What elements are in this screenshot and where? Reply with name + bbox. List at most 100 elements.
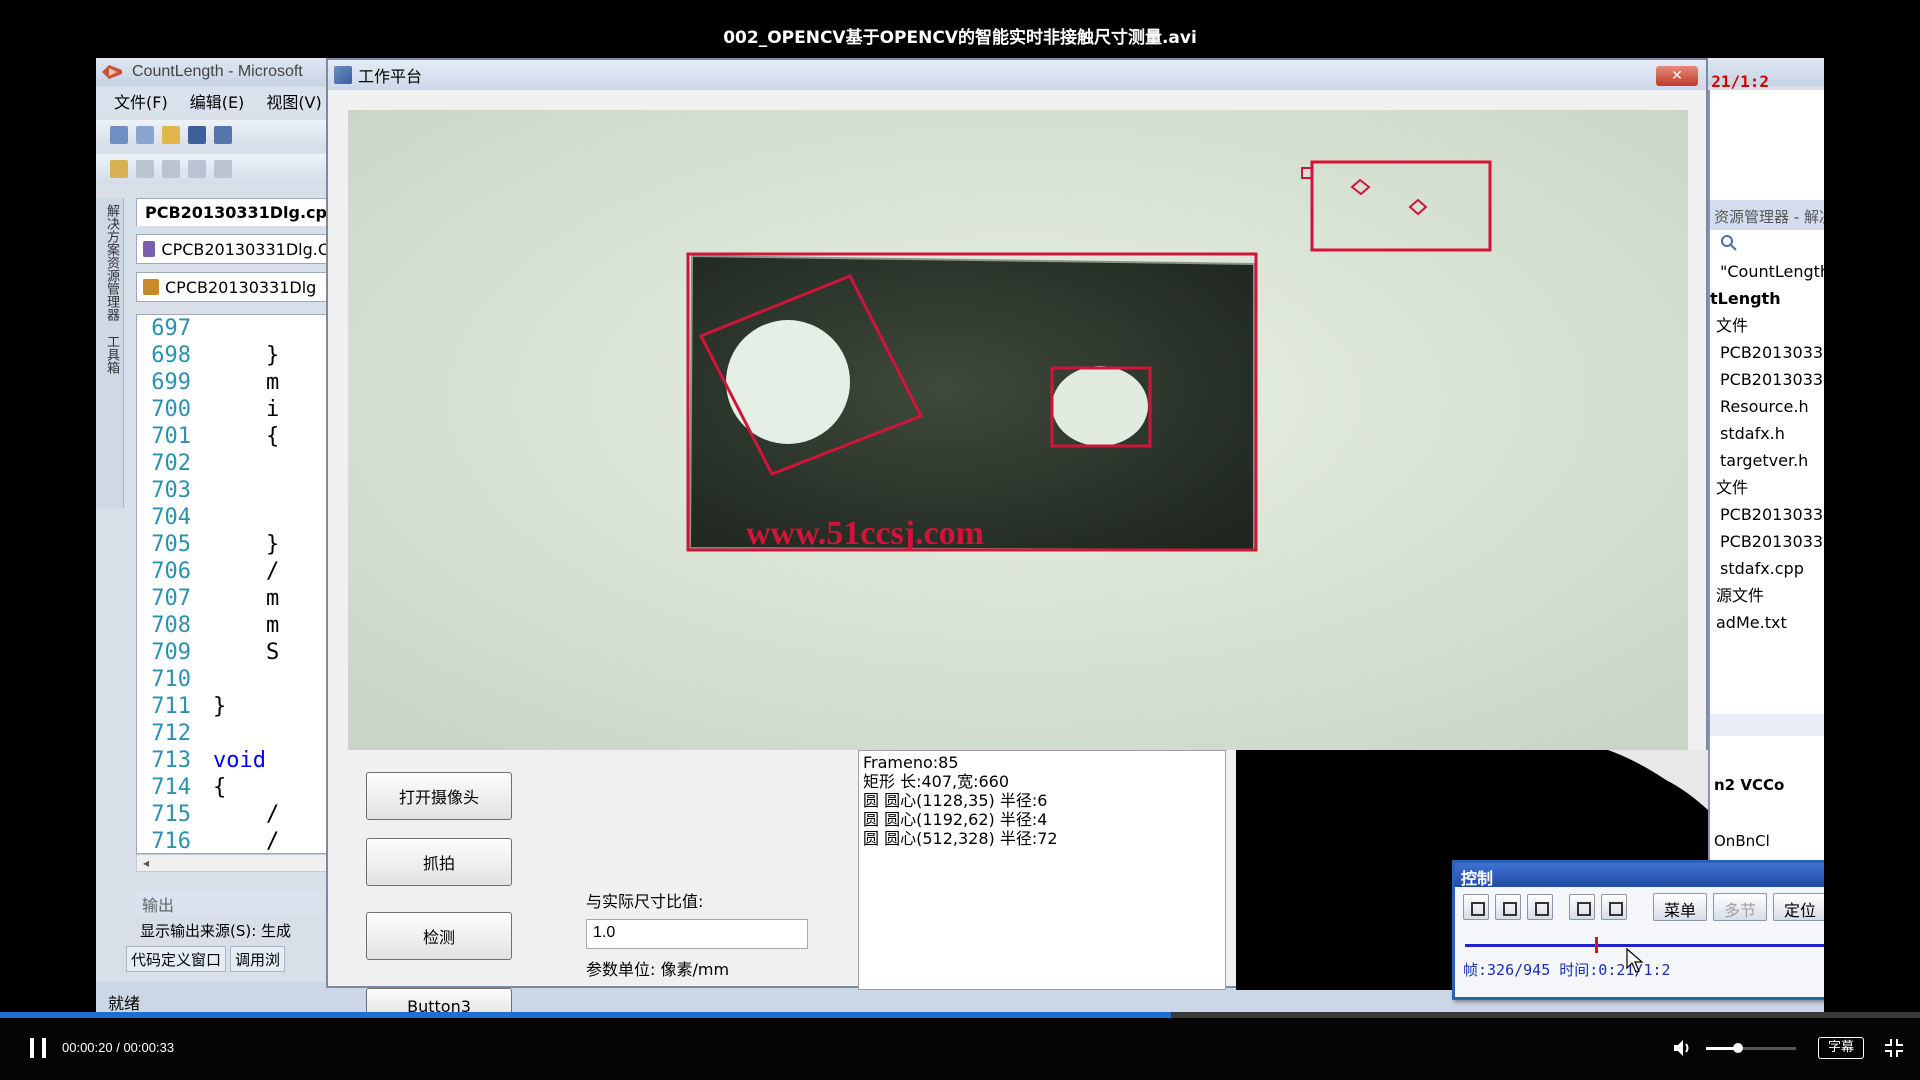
next-frame-icon[interactable] [1527,894,1553,920]
code-line: 708 m [137,612,335,639]
detect-button[interactable]: 检测 [366,912,512,960]
stop-icon[interactable] [1495,894,1521,920]
exit-fullscreen-icon[interactable] [1884,1038,1904,1058]
ratio-input[interactable]: 1.0 [586,919,808,949]
code-line: 697 [137,315,335,342]
document-tab[interactable]: PCB20130331Dlg.cpp [136,198,336,226]
add-item-icon[interactable] [136,126,154,144]
line-number: 708 [151,613,191,638]
solution-explorer-side-tab[interactable]: 解决方案资源管理器 [102,204,121,321]
solution-tree-item[interactable]: stdafx.cpp [1710,555,1824,582]
solution-tree-item[interactable]: PCB20130331 [1710,501,1824,528]
volume-slider[interactable] [1706,1043,1796,1053]
menu-file[interactable]: 文件(F) [114,89,168,113]
total-time: 00:00:33 [123,1040,175,1055]
class-dropdown-value: CPCB20130331Dlg.C [161,239,329,259]
fit-window-icon[interactable] [1569,894,1595,920]
solution-tree-item[interactable]: targetver.h [1710,447,1824,474]
solution-tree-item[interactable]: 文件 [1710,474,1824,501]
code-text: m [213,613,280,638]
volume-knob[interactable] [1732,1043,1743,1053]
frame-slider-thumb[interactable] [1594,937,1598,953]
paste-icon[interactable] [162,160,180,178]
solution-tree-item[interactable]: 源文件 [1710,582,1824,609]
class-view-entry: n2 VCCo [1710,776,1824,802]
current-time: 00:00:20 [62,1040,113,1055]
open-camera-button[interactable]: 打开摄像头 [366,772,512,820]
solution-tree-item[interactable]: 文件 [1710,312,1824,339]
code-line: 703 [137,477,335,504]
solution-tree-item[interactable]: tLength [1710,285,1824,312]
capture-button[interactable]: 抓拍 [366,838,512,886]
toolbox-side-tab[interactable]: 工具箱 [102,335,121,374]
code-line: 707 m [137,585,335,612]
locate-button[interactable]: 定位 [1773,893,1824,921]
save-all-icon[interactable] [214,126,232,144]
vs-edit-toolbar [96,154,336,184]
solution-tree-item[interactable]: adMe.txt [1710,609,1824,636]
line-number: 716 [151,829,191,854]
fullscreen-icon[interactable] [1601,894,1627,920]
solution-tree-item[interactable]: PCB20130331 [1710,339,1824,366]
line-number: 710 [151,667,191,692]
output-source-label: 显示输出来源(S): 生成 [140,922,292,940]
code-line: 698 } [137,342,335,369]
control-panel-buttons: 菜单 多节 定位 [1455,887,1824,927]
line-number: 704 [151,505,191,530]
line-number: 698 [151,343,191,368]
video-frame: CountLength - Microsoft 文件(F) 编辑(E) 视图(V… [96,58,1824,1016]
book-icon[interactable] [110,160,128,178]
vs-side-dock: 解决方案资源管理器 工具箱 [96,198,124,508]
subtitle-button[interactable]: 字幕 [1818,1037,1864,1059]
solution-tree-item[interactable]: PCB20130331 [1710,366,1824,393]
new-project-icon[interactable] [110,126,128,144]
properties-entry: OnBnCl [1710,832,1824,858]
member-dropdown-value: CPCB20130331Dlg [165,277,317,297]
tab-call-browser[interactable]: 调用浏 [230,946,286,972]
member-dropdown[interactable]: CPCB20130331Dlg [136,272,336,302]
result-line: 圆 圆心(512,328) 半径:72 [863,829,1058,848]
solution-tree-item[interactable]: Resource.h [1710,393,1824,420]
solution-tabs [1710,714,1824,736]
code-text: m [213,586,280,611]
search-icon[interactable] [1720,235,1738,256]
editor-horizontal-scrollbar[interactable]: ◂ [136,854,336,872]
frame-slider[interactable] [1465,937,1824,953]
pause-icon[interactable] [28,1038,48,1058]
undo-icon[interactable] [214,160,232,178]
code-line: 700 i [137,396,335,423]
code-line: 699 m [137,369,335,396]
class-dropdown[interactable]: CPCB20130331Dlg.C [136,234,336,264]
menu-edit[interactable]: 编辑(E) [190,89,245,113]
result-line: 圆 圆心(1192,62) 半径:4 [863,810,1048,829]
code-editor[interactable]: 697 698 } 699 m 700 i 701 {702 703 704 705 } 706… [136,314,336,854]
solution-tree-item[interactable]: PCB20130331 [1710,528,1824,555]
solution-explorer-toolbar [1710,230,1824,258]
line-number: 697 [151,316,191,341]
close-button[interactable]: ✕ [1656,66,1698,86]
output-panel-header: 输出 [136,890,336,915]
playback-time: 00:00:20 / 00:00:33 [62,1040,174,1055]
menu-button[interactable]: 菜单 [1653,893,1708,921]
copy-icon[interactable] [136,160,154,178]
control-panel: 控制 ✕ 菜单 多节 定位 帧:326/945 时间:0:21/1:2 [1452,860,1824,1000]
ratio-label: 与实际尺寸比值: [586,892,704,911]
line-number: 713 [151,748,191,773]
member-icon [143,279,159,295]
solution-tree-item[interactable]: stdafx.h [1710,420,1824,447]
code-line: 714 { [137,774,335,801]
result-line: 矩形 长:407,宽:660 [863,772,1010,791]
frame-slider-track [1465,944,1824,947]
results-listbox[interactable]: Frameno:85 矩形 长:407,宽:660 圆 圆心(1128,35) 半径… [858,750,1226,990]
check-icon[interactable] [188,160,206,178]
line-number: 701 [151,424,191,449]
menu-view[interactable]: 视图(V) [266,89,321,113]
prev-frame-icon[interactable] [1463,894,1489,920]
tab-code-definition[interactable]: 代码定义窗口 [126,946,227,972]
open-folder-icon[interactable] [162,126,180,144]
save-icon[interactable] [188,126,206,144]
dialog-title: 工作平台 [358,67,423,86]
volume-icon[interactable] [1672,1038,1694,1058]
solution-tree-item[interactable]: "CountLength" [1710,258,1824,285]
small-hole [1052,366,1148,446]
